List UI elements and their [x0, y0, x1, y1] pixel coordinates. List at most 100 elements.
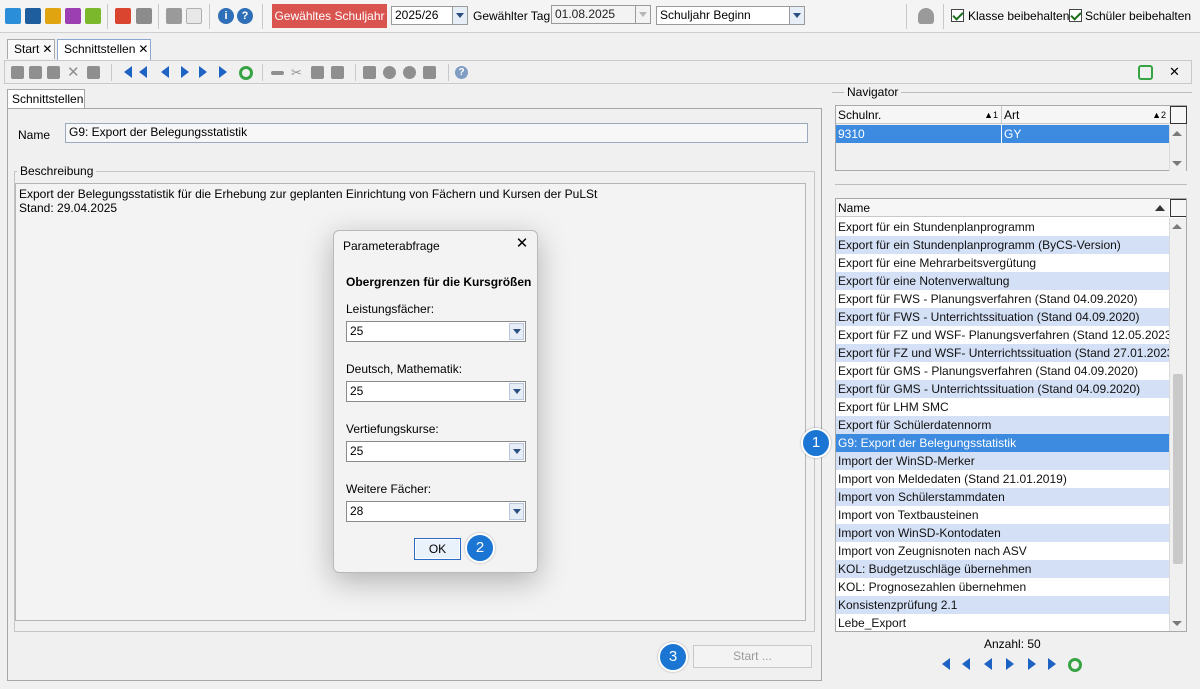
- people-group-icon[interactable]: [5, 8, 21, 24]
- column-chooser-icon[interactable]: [1170, 106, 1187, 124]
- close-icon[interactable]: ✕: [42, 42, 52, 56]
- schueler-checkbox[interactable]: [1069, 9, 1082, 22]
- list-item[interactable]: Import von Meldedaten (Stand 21.01.2019): [836, 470, 1169, 488]
- class-icon[interactable]: [25, 8, 41, 24]
- weitere-faecher-select[interactable]: 28: [346, 501, 526, 522]
- column-header-schulnr[interactable]: Schulnr. ▲1: [836, 106, 1002, 124]
- print-icon[interactable]: [363, 66, 376, 79]
- list-item[interactable]: Export für GMS - Planungsverfahren (Stan…: [836, 362, 1169, 380]
- column-header-name[interactable]: Name: [836, 199, 1169, 217]
- prev-record-icon[interactable]: [984, 658, 997, 671]
- tab-start[interactable]: Start ✕: [7, 39, 55, 59]
- column-chooser-icon[interactable]: [1170, 199, 1186, 217]
- list-item[interactable]: Import von Schülerstammdaten: [836, 488, 1169, 506]
- prev-page-icon[interactable]: [962, 658, 975, 671]
- refresh-icon[interactable]: [1068, 658, 1082, 672]
- back-arrow-icon[interactable]: [271, 71, 284, 75]
- close-panel-icon[interactable]: ✕: [1169, 64, 1182, 79]
- last-record-icon[interactable]: [1048, 658, 1061, 671]
- list-item[interactable]: Lebe_Export: [836, 614, 1169, 631]
- list-item[interactable]: Export für ein Stundenplanprogramm: [836, 218, 1169, 236]
- list-item[interactable]: KOL: Budgetzuschläge übernehmen: [836, 560, 1169, 578]
- close-icon[interactable]: ✕: [515, 236, 529, 251]
- database-icon[interactable]: [918, 8, 934, 24]
- next-page-icon[interactable]: [1028, 658, 1041, 671]
- name-field[interactable]: G9: Export der Belegungsstatistik: [65, 123, 808, 143]
- scroll-up-icon[interactable]: [1172, 224, 1182, 229]
- list-item[interactable]: Export für FZ und WSF- Unterrichtssituat…: [836, 344, 1169, 362]
- list-item[interactable]: Export für Schülerdatennorm: [836, 416, 1169, 434]
- inner-tab-schnittstellen[interactable]: Schnittstellen: [7, 89, 85, 109]
- navigator-scrollbar[interactable]: [1169, 125, 1186, 171]
- close-icon[interactable]: ✕: [138, 42, 148, 56]
- start-button[interactable]: Start ...: [693, 645, 812, 668]
- undo-icon[interactable]: [47, 66, 60, 79]
- prev-page-icon[interactable]: [139, 66, 152, 79]
- navigator-row-art[interactable]: GY: [1002, 125, 1169, 143]
- paste-icon[interactable]: [331, 66, 344, 79]
- navigator-row-schulnr[interactable]: 9310: [836, 125, 1002, 143]
- tab-schnittstellen[interactable]: Schnittstellen ✕: [57, 39, 151, 60]
- chevron-down-icon[interactable]: [789, 7, 804, 24]
- next-record-icon[interactable]: [1006, 658, 1019, 671]
- scroll-thumb[interactable]: [1173, 374, 1183, 564]
- chevron-down-icon[interactable]: [509, 503, 524, 520]
- scroll-down-icon[interactable]: [1172, 161, 1182, 166]
- comment-icon[interactable]: [87, 66, 100, 79]
- list-scrollbar[interactable]: [1169, 218, 1186, 631]
- teacher-icon[interactable]: [65, 8, 81, 24]
- list-item[interactable]: Export für ein Stundenplanprogramm (ByCS…: [836, 236, 1169, 254]
- reload-icon[interactable]: [1138, 65, 1153, 80]
- chevron-down-icon[interactable]: [452, 7, 467, 24]
- chevron-down-icon[interactable]: [509, 383, 524, 400]
- chevron-down-icon[interactable]: [635, 6, 650, 23]
- info-icon[interactable]: i: [218, 8, 234, 24]
- message-icon[interactable]: [85, 8, 101, 24]
- first-record-icon[interactable]: [121, 66, 134, 79]
- list-item[interactable]: Import von Zeugnisnoten nach ASV: [836, 542, 1169, 560]
- last-record-icon[interactable]: [219, 66, 232, 79]
- cut-icon[interactable]: ✂: [291, 66, 304, 79]
- chevron-down-icon[interactable]: [509, 323, 524, 340]
- megaphone-icon[interactable]: [423, 66, 436, 79]
- next-record-icon[interactable]: [179, 66, 192, 79]
- list-item[interactable]: G9: Export der Belegungsstatistik: [836, 434, 1169, 452]
- new-record-icon[interactable]: [11, 66, 24, 79]
- bulb-icon[interactable]: [403, 66, 416, 79]
- list-item[interactable]: Export für FWS - Planungsverfahren (Stan…: [836, 290, 1169, 308]
- tag-date-field[interactable]: 01.08.2025: [551, 5, 651, 24]
- list-item[interactable]: Export für eine Notenverwaltung: [836, 272, 1169, 290]
- list-item[interactable]: Import von Textbausteinen: [836, 506, 1169, 524]
- list-item[interactable]: Import der WinSD-Merker: [836, 452, 1169, 470]
- prev-record-icon[interactable]: [159, 66, 172, 79]
- klasse-checkbox[interactable]: [951, 9, 964, 22]
- preview-icon[interactable]: [383, 66, 396, 79]
- scroll-down-icon[interactable]: [1172, 621, 1182, 626]
- beginn-select[interactable]: Schuljahr Beginn: [656, 6, 805, 25]
- students-icon[interactable]: [45, 8, 61, 24]
- list-item[interactable]: Import von WinSD-Kontodaten: [836, 524, 1169, 542]
- list-item[interactable]: Export für FWS - Unterrichtssituation (S…: [836, 308, 1169, 326]
- next-page-icon[interactable]: [199, 66, 212, 79]
- list-item[interactable]: KOL: Prognosezahlen übernehmen: [836, 578, 1169, 596]
- leistungsfaecher-select[interactable]: 25: [346, 321, 526, 342]
- copy-icon[interactable]: [311, 66, 324, 79]
- list-item[interactable]: Export für GMS - Unterrichtssituation (S…: [836, 380, 1169, 398]
- ok-button[interactable]: OK: [414, 538, 461, 560]
- save-icon[interactable]: [29, 66, 42, 79]
- list-item[interactable]: Export für eine Mehrarbeitsvergütung: [836, 254, 1169, 272]
- list-item[interactable]: Export für LHM SMC: [836, 398, 1169, 416]
- printer-icon[interactable]: [136, 8, 152, 24]
- first-record-icon[interactable]: [942, 658, 955, 671]
- calendar-window-icon[interactable]: [186, 8, 202, 24]
- list-item[interactable]: Konsistenzprüfung 2.1: [836, 596, 1169, 614]
- refresh-icon[interactable]: [239, 66, 253, 80]
- scroll-up-icon[interactable]: [1172, 131, 1182, 136]
- delete-icon[interactable]: ✕: [67, 65, 80, 80]
- list-item[interactable]: Export für FZ und WSF- Planungsverfahren…: [836, 326, 1169, 344]
- help-icon[interactable]: ?: [455, 66, 468, 79]
- deutsch-mathematik-select[interactable]: 25: [346, 381, 526, 402]
- schuljahr-select[interactable]: 2025/26: [391, 6, 468, 25]
- book-icon[interactable]: [115, 8, 131, 24]
- help-icon[interactable]: ?: [237, 8, 253, 24]
